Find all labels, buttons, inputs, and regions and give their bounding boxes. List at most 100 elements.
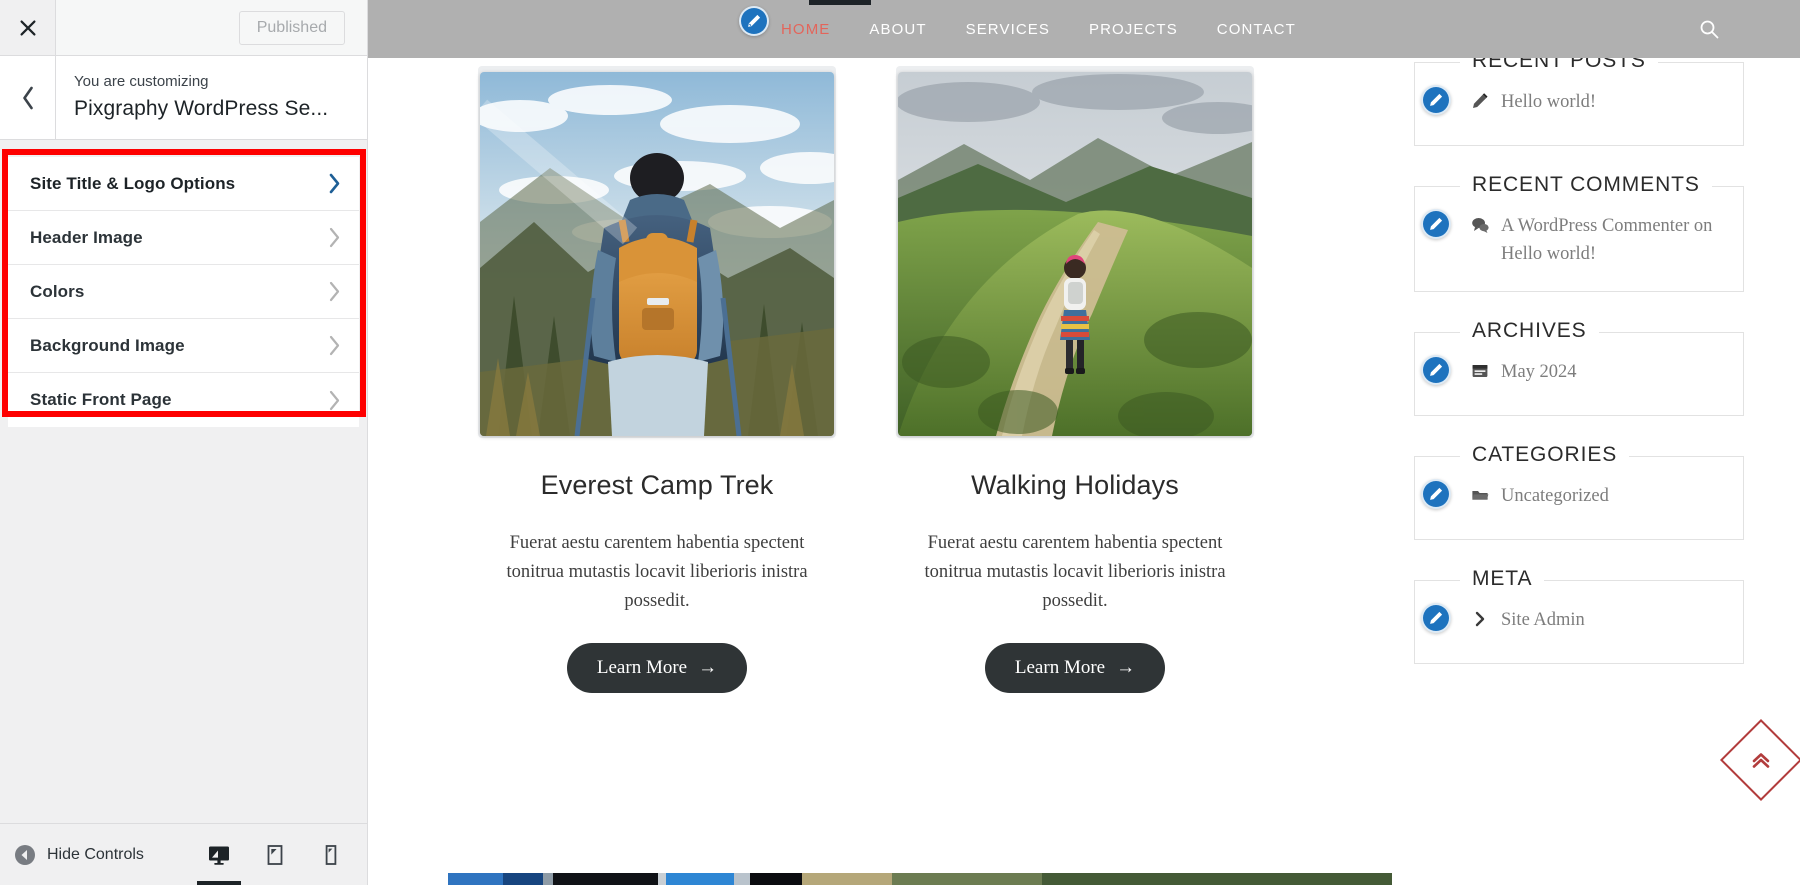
chevron-right-icon [328, 281, 341, 302]
sidebar-item-header-image[interactable]: Header Image [8, 211, 359, 265]
widget-item-label: A WordPress Commenter on Hello world! [1501, 216, 1713, 264]
card-button-row: Learn More → [896, 642, 1254, 693]
customizer-footer: Hide Controls [0, 823, 367, 885]
section-label: Background Image [30, 335, 185, 355]
widget-title: META [1460, 566, 1545, 591]
chevron-right-icon [328, 173, 341, 194]
widget-title: ARCHIVES [1460, 318, 1599, 343]
back-chevron-icon[interactable] [0, 56, 56, 139]
nav-link-home[interactable]: HOME [781, 21, 830, 38]
site-body: Everest Camp Trek Fuerat aestu carentem … [368, 49, 1800, 885]
section-label: Header Image [30, 227, 143, 247]
card-description: Fuerat aestu carentem habentia spectent … [506, 533, 808, 612]
content-area: Everest Camp Trek Fuerat aestu carentem … [368, 58, 1392, 885]
widget-item-label: May 2024 [1501, 361, 1577, 382]
search-icon[interactable] [1698, 18, 1720, 45]
customizer-sidebar: Published You are customizing Pixgraphy … [0, 0, 368, 885]
sidebar-item-static-front-page[interactable]: Static Front Page [8, 373, 359, 427]
card-button-row: Learn More → [478, 642, 836, 693]
header-accent-tab [809, 0, 871, 5]
sidebar-empty-space [0, 427, 367, 823]
widget-item-label: Hello world! [1501, 92, 1597, 112]
list-item[interactable]: Site Admin [1421, 602, 1723, 635]
site-preview: HOME ABOUT SERVICES PROJECTS CONTACT Eve… [368, 0, 1800, 885]
pencil-icon[interactable] [739, 6, 769, 36]
list-item[interactable]: Hello world! [1421, 85, 1723, 117]
edit-widget-shortcut[interactable] [1421, 354, 1451, 385]
edit-widget-shortcut[interactable] [1421, 602, 1451, 633]
chevron-right-icon [328, 335, 341, 356]
customizing-site-name: Pixgraphy WordPress Se... [74, 96, 329, 120]
pencil-icon[interactable] [1421, 209, 1451, 239]
nav-link-projects[interactable]: PROJECTS [1089, 21, 1178, 38]
hide-controls-label: Hide Controls [47, 845, 144, 863]
scroll-to-top-button[interactable] [1719, 718, 1800, 802]
widget-meta: META Site Admin [1414, 566, 1744, 664]
nav-link-contact[interactable]: CONTACT [1217, 21, 1296, 38]
promo-card: Walking Holidays Fuerat aestu carentem h… [896, 66, 1254, 693]
widget-body: Uncategorized [1414, 455, 1744, 540]
hide-controls-button[interactable]: Hide Controls [14, 844, 144, 866]
pencil-icon[interactable] [1421, 85, 1451, 115]
customizing-eyebrow: You are customizing [74, 73, 209, 91]
edit-widget-shortcut[interactable] [1421, 85, 1451, 115]
section-label: Colors [30, 281, 85, 301]
card-title: Everest Camp Trek [540, 470, 774, 500]
card-title: Walking Holidays [971, 470, 1179, 500]
widget-body: May 2024 [1414, 331, 1744, 416]
sidebar-item-site-title-logo-options[interactable]: Site Title & Logo Options [8, 157, 359, 211]
list-item[interactable]: May 2024 [1421, 354, 1723, 387]
device-preview-group [197, 840, 345, 885]
section-label: Site Title & Logo Options [30, 173, 236, 193]
edit-widget-shortcut[interactable] [1421, 478, 1451, 509]
list-item[interactable]: Uncategorized [1421, 478, 1723, 511]
widget-archives: ARCHIVES May 2024 [1414, 318, 1744, 416]
learn-more-label: Learn More [596, 656, 688, 678]
sidebar-widgets: RECENT POSTS Hello world! RECENT COMMENT… [1392, 49, 1800, 885]
card-image-ridge-walker [898, 72, 1252, 436]
calendar-icon [1471, 359, 1491, 385]
widget-recent-comments: RECENT COMMENTS A WordPress Commenter on… [1414, 173, 1744, 292]
card-grid: Everest Camp Trek Fuerat aestu carentem … [368, 66, 1392, 693]
widget-body: Hello world! [1414, 62, 1744, 146]
chevron-right-icon [328, 227, 341, 248]
widget-item-label: Uncategorized [1501, 485, 1609, 506]
card-image-frame [896, 66, 1254, 438]
customizer-header: You are customizing Pixgraphy WordPress … [0, 56, 367, 140]
card-image-hiker [480, 72, 834, 436]
publish-button[interactable]: Published [238, 10, 345, 45]
edit-widget-shortcut[interactable] [1421, 209, 1451, 239]
nav-link-about[interactable]: ABOUT [869, 21, 926, 38]
chevron-right-icon [328, 390, 341, 411]
nav-link-services[interactable]: SERVICES [966, 21, 1050, 38]
close-icon[interactable] [0, 0, 56, 55]
learn-more-button[interactable]: Learn More → [566, 642, 748, 693]
site-header: HOME ABOUT SERVICES PROJECTS CONTACT [368, 0, 1800, 58]
widget-recent-posts: RECENT POSTS Hello world! [1414, 49, 1744, 146]
promo-card: Everest Camp Trek Fuerat aestu carentem … [478, 66, 836, 693]
learn-more-button[interactable]: Learn More → [984, 642, 1166, 693]
edit-menu-shortcut[interactable] [739, 6, 769, 36]
sidebar-item-colors[interactable]: Colors [8, 265, 359, 319]
widget-body: A WordPress Commenter on Hello world! [1414, 186, 1744, 292]
chevron-right-icon [1471, 607, 1491, 633]
primary-nav: HOME ABOUT SERVICES PROJECTS CONTACT [781, 21, 1296, 38]
folder-icon [1471, 483, 1491, 509]
tablet-preview-icon[interactable] [261, 840, 289, 870]
mobile-preview-icon[interactable] [317, 840, 345, 870]
comments-icon [1471, 213, 1491, 239]
section-list-wrapper: Site Title & Logo Options Header Image C… [0, 149, 367, 427]
pencil-icon[interactable] [1421, 354, 1451, 385]
sidebar-item-background-image[interactable]: Background Image [8, 319, 359, 373]
card-image-frame [478, 66, 836, 438]
desktop-preview-icon[interactable] [197, 840, 241, 885]
widget-title: RECENT COMMENTS [1460, 173, 1712, 197]
customizer-screen: Published You are customizing Pixgraphy … [0, 0, 1800, 885]
widget-title: CATEGORIES [1460, 442, 1630, 467]
arrow-right-icon: → [1116, 656, 1136, 678]
pencil-icon [1471, 89, 1491, 115]
pencil-icon[interactable] [1421, 602, 1451, 633]
arrow-right-icon: → [698, 656, 718, 678]
pencil-icon[interactable] [1421, 478, 1451, 509]
list-item[interactable]: A WordPress Commenter on Hello world! [1421, 209, 1723, 269]
